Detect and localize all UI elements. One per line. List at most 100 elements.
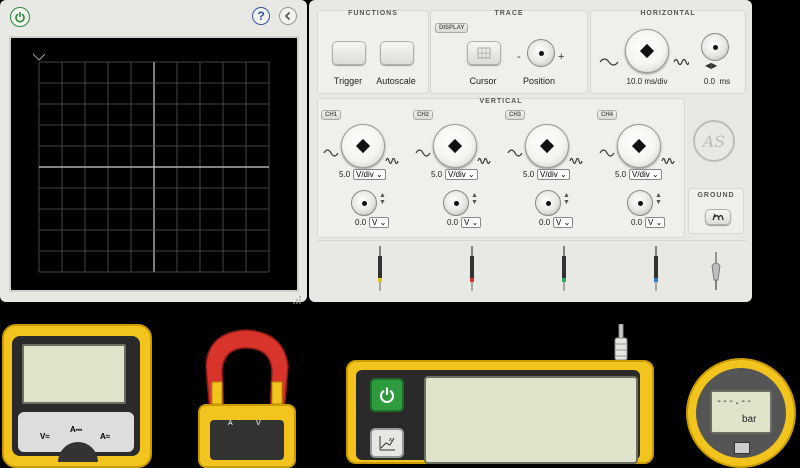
horizontal-offset-value: 0.0 — [703, 77, 715, 86]
brand-logo: AS — [693, 120, 735, 162]
knob-pointer-icon — [539, 138, 555, 154]
cursor-label: Cursor — [469, 76, 497, 86]
power-button[interactable] — [10, 7, 30, 27]
position-plus[interactable]: + — [558, 51, 564, 63]
channel-2-scale-unit: V/div — [448, 170, 466, 179]
channel-1-scale-knob[interactable] — [341, 124, 385, 168]
channel-2-offset-arrows-icon[interactable]: ▲ ▼ — [471, 192, 478, 206]
timebase-knob[interactable] — [625, 29, 669, 73]
channel-1-probe[interactable] — [375, 246, 385, 297]
timebase-value: 10.0 — [626, 77, 643, 86]
channel-2-offset-unit-select[interactable]: V ⌄ — [461, 217, 482, 228]
chevron-left-icon — [284, 11, 291, 21]
data-logger-power-button[interactable] — [370, 378, 404, 412]
horizontal-position-knob[interactable] — [701, 33, 729, 61]
scope-grid — [32, 53, 270, 273]
clamp-label-v: V — [256, 420, 261, 427]
resize-grip-icon[interactable] — [292, 291, 302, 304]
channel-2-scale-unit-select[interactable]: V/div ⌄ — [445, 169, 478, 180]
knob-pointer-icon — [355, 138, 371, 154]
channel-1-offset-arrows-icon[interactable]: ▲ ▼ — [379, 192, 386, 206]
position-knob[interactable] — [527, 39, 555, 67]
channel-3-controls: CH3 5.0 V/div ⌄ ▲ ▼ 0.0 V ⌄ — [505, 106, 595, 238]
clamp-body: A V — [198, 404, 296, 468]
channel-4-offset-unit-select[interactable]: V ⌄ — [645, 217, 666, 228]
clamp-panel — [210, 420, 284, 460]
multimeter-label-a-dc: A⎓ — [70, 425, 83, 434]
functions-title: FUNCTIONS — [348, 10, 398, 17]
channel-3-scale-unit-select[interactable]: V/div ⌄ — [537, 169, 570, 180]
wave-slow-icon — [507, 149, 523, 157]
multimeter-display — [22, 344, 126, 404]
channel-4-offset-unit: V — [648, 218, 654, 227]
channel-3-probe[interactable] — [559, 246, 569, 297]
channel-3-scale-value: 5.0 — [523, 170, 535, 179]
ground-icon — [712, 213, 724, 221]
cursor-icon — [477, 47, 491, 59]
channel-1-offset-unit-select[interactable]: V ⌄ — [369, 217, 390, 228]
channel-2-offset-knob[interactable] — [443, 190, 469, 216]
channel-3-offset-unit-select[interactable]: V ⌄ — [553, 217, 574, 228]
horizontal-section: HORIZONTAL 10.0 ms/div ◀▶ 0.0 ms — [590, 10, 746, 94]
ground-title: GROUND — [697, 192, 735, 199]
channel-1-scale-unit-select[interactable]: V/div ⌄ — [353, 169, 386, 180]
channel-4-controls: CH4 5.0 V/div ⌄ ▲ ▼ 0.0 V ⌄ — [597, 106, 687, 238]
channel-4-offset-knob[interactable] — [627, 190, 653, 216]
channel-1-offset-value: 0.0 — [355, 218, 367, 227]
data-logger[interactable]: x — [346, 360, 654, 464]
channel-2-scale-knob[interactable] — [433, 124, 477, 168]
data-logger-display — [424, 376, 638, 464]
channel-3-offset-knob[interactable] — [535, 190, 561, 216]
channel-4-scale-unit: V/div — [632, 170, 650, 179]
wave-fast-icon — [477, 157, 491, 165]
clamp-meter[interactable]: A V — [196, 326, 298, 468]
channel-4-probe[interactable] — [651, 246, 661, 297]
position-minus[interactable]: - — [517, 51, 521, 63]
ground-button[interactable] — [705, 209, 731, 225]
pressure-gauge-button[interactable] — [734, 442, 750, 454]
horizontal-arrows-icon[interactable]: ◀▶ — [705, 61, 717, 70]
channel-2-button[interactable]: CH2 — [413, 110, 434, 120]
autoscale-button[interactable] — [380, 41, 414, 65]
probe-icon — [562, 246, 566, 291]
channel-3-offset-arrows-icon[interactable]: ▲ ▼ — [563, 192, 570, 206]
wave-fast-icon — [569, 157, 583, 165]
channel-3-offset-unit: V — [556, 218, 562, 227]
power-icon — [379, 387, 395, 404]
channel-4-scale-unit-select[interactable]: V/div ⌄ — [629, 169, 662, 180]
channel-2-scale-value: 5.0 — [431, 170, 443, 179]
channel-1-button[interactable]: CH1 — [321, 110, 342, 120]
knob-pointer-icon — [631, 138, 647, 154]
trigger-marker-icon — [32, 53, 46, 61]
channel-2-probe[interactable] — [467, 246, 477, 297]
channel-2-offset-unit: V — [464, 218, 470, 227]
trigger-button[interactable] — [332, 41, 366, 65]
knob-pointer-icon — [639, 43, 655, 59]
channel-4-button[interactable]: CH4 — [597, 110, 618, 120]
ground-probe[interactable] — [709, 252, 723, 297]
channel-1-scale-value: 5.0 — [339, 170, 351, 179]
channel-1-offset-knob[interactable] — [351, 190, 377, 216]
horizontal-title: HORIZONTAL — [640, 10, 696, 17]
channel-3-button[interactable]: CH3 — [505, 110, 526, 120]
pressure-gauge[interactable]: ---.-- bar — [686, 358, 796, 468]
functions-section: FUNCTIONS Trigger Autoscale — [317, 10, 429, 94]
multimeter[interactable]: V≈ A⎓ A≈ — [2, 324, 152, 468]
channel-1-scale-unit: V/div — [356, 170, 374, 179]
help-button[interactable]: ? — [252, 7, 270, 25]
wave-slow-icon — [599, 58, 619, 66]
channel-4-offset-arrows-icon[interactable]: ▲ ▼ — [655, 192, 662, 206]
alligator-clip-icon — [711, 252, 721, 290]
display-button[interactable]: DISPLAY — [435, 23, 469, 33]
antenna-icon — [614, 323, 628, 361]
cursor-button[interactable] — [467, 41, 501, 65]
scope-screen[interactable] — [9, 36, 299, 292]
data-logger-graph-button[interactable]: x — [370, 428, 404, 458]
channel-3-scale-knob[interactable] — [525, 124, 569, 168]
horizontal-offset-readout: 0.0 ms — [693, 77, 741, 86]
channel-2-offset-value: 0.0 — [447, 218, 459, 227]
channel-3-offset-value: 0.0 — [539, 218, 551, 227]
channel-4-scale-knob[interactable] — [617, 124, 661, 168]
probe-icon — [654, 246, 658, 291]
collapse-button[interactable] — [279, 7, 297, 25]
